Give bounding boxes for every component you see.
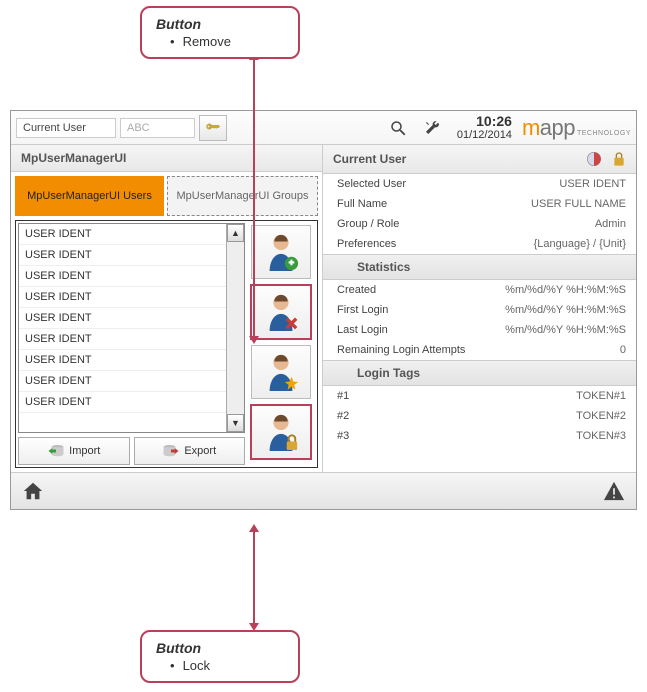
- annotation-arrow-top: [253, 58, 255, 338]
- import-button[interactable]: Import: [18, 437, 130, 465]
- tag1-value: TOKEN#1: [576, 390, 626, 402]
- users-list-items: USER IDENT USER IDENT USER IDENT USER ID…: [19, 224, 226, 432]
- lock-user-button[interactable]: [251, 405, 311, 459]
- datetime-display: 10:26 01/12/2014: [457, 113, 512, 143]
- tag2-label: #2: [337, 410, 349, 422]
- annotation-item: Lock: [170, 658, 284, 673]
- home-icon: [22, 480, 44, 502]
- remaining-value: 0: [620, 344, 626, 356]
- current-user-value[interactable]: ABC: [120, 118, 195, 138]
- tag1-label: #1: [337, 390, 349, 402]
- application-frame: Current User ABC 10:26 01/12/2014 mapp T…: [10, 110, 637, 510]
- list-item[interactable]: USER IDENT: [19, 308, 226, 329]
- key-icon: [204, 119, 222, 137]
- firstlogin-label: First Login: [337, 304, 388, 316]
- users-listbox[interactable]: USER IDENT USER IDENT USER IDENT USER ID…: [18, 223, 245, 433]
- current-user-label: Current User: [16, 118, 116, 138]
- statistics-header: Statistics: [323, 254, 636, 280]
- home-button[interactable]: [21, 479, 45, 503]
- remove-user-button[interactable]: [251, 285, 311, 339]
- footer-bar: [11, 473, 636, 509]
- tools-icon: [423, 119, 441, 137]
- created-label: Created: [337, 284, 376, 296]
- mapp-logo: mapp TECHNOLOGY: [522, 115, 631, 141]
- person-star-icon: [262, 351, 300, 393]
- firstlogin-value: %m/%d/%Y %H:%M:%S: [505, 304, 626, 316]
- alert-icon: [603, 480, 625, 502]
- tab-users[interactable]: MpUserManagerUI Users: [15, 176, 164, 216]
- scroll-down-button[interactable]: ▼: [227, 414, 244, 432]
- export-button[interactable]: Export: [134, 437, 246, 465]
- search-button[interactable]: [387, 117, 409, 139]
- list-item[interactable]: USER IDENT: [19, 371, 226, 392]
- login-key-button[interactable]: [199, 115, 227, 141]
- annotation-item: Remove: [170, 34, 284, 49]
- tag3-label: #3: [337, 430, 349, 442]
- scrollbar[interactable]: ▲ ▼: [226, 224, 244, 432]
- lastlogin-label: Last Login: [337, 324, 388, 336]
- tag3-value: TOKEN#3: [576, 430, 626, 442]
- time-display: 10:26: [457, 113, 512, 130]
- created-value: %m/%d/%Y %H:%M:%S: [505, 284, 626, 296]
- annotation-lock: Button Lock: [140, 630, 300, 683]
- person-remove-icon: [262, 291, 300, 333]
- date-display: 01/12/2014: [457, 129, 512, 142]
- right-panel: Current User Selected User USER IDENT Ful…: [323, 145, 636, 472]
- app-header: Current User ABC 10:26 01/12/2014 mapp T…: [11, 111, 636, 145]
- lastlogin-value: %m/%d/%Y %H:%M:%S: [505, 324, 626, 336]
- group-label: Group / Role: [337, 218, 399, 230]
- edit-user-button[interactable]: [251, 345, 311, 399]
- tabs-row: MpUserManagerUI Users MpUserManagerUI Gr…: [11, 172, 322, 216]
- left-panel: MpUserManagerUI MpUserManagerUI Users Mp…: [11, 145, 323, 472]
- list-item[interactable]: USER IDENT: [19, 287, 226, 308]
- annotation-title: Button: [156, 640, 284, 656]
- lock-icon[interactable]: [612, 151, 626, 167]
- list-item[interactable]: USER IDENT: [19, 245, 226, 266]
- tag2-value: TOKEN#2: [576, 410, 626, 422]
- disk-icon[interactable]: [586, 151, 602, 167]
- scroll-up-button[interactable]: ▲: [227, 224, 244, 242]
- annotation-arrow-bottom: [253, 530, 255, 625]
- list-item[interactable]: USER IDENT: [19, 350, 226, 371]
- import-icon: [47, 443, 65, 459]
- group-value: Admin: [595, 218, 626, 230]
- tab-groups[interactable]: MpUserManagerUI Groups: [167, 176, 318, 216]
- selected-user-label: Selected User: [337, 178, 406, 190]
- list-item[interactable]: USER IDENT: [19, 224, 226, 245]
- remaining-label: Remaining Login Attempts: [337, 344, 465, 356]
- login-tags-header: Login Tags: [323, 360, 636, 386]
- panel-title-right: Current User: [323, 145, 636, 174]
- search-icon: [389, 119, 407, 137]
- list-item[interactable]: USER IDENT: [19, 392, 226, 413]
- selected-user-value: USER IDENT: [559, 178, 626, 190]
- annotation-remove: Button Remove: [140, 6, 300, 59]
- list-item[interactable]: USER IDENT: [19, 329, 226, 350]
- export-icon: [162, 443, 180, 459]
- fullname-value: USER FULL NAME: [531, 198, 626, 210]
- list-item[interactable]: USER IDENT: [19, 266, 226, 287]
- alert-button[interactable]: [602, 479, 626, 503]
- fullname-label: Full Name: [337, 198, 387, 210]
- add-user-button[interactable]: [251, 225, 311, 279]
- panel-title-left: MpUserManagerUI: [11, 145, 322, 172]
- settings-button[interactable]: [421, 117, 443, 139]
- prefs-value: {Language} / {Unit}: [534, 238, 626, 250]
- person-add-icon: [262, 231, 300, 273]
- scroll-track[interactable]: [227, 242, 244, 414]
- annotation-title: Button: [156, 16, 284, 32]
- person-lock-icon: [262, 411, 300, 453]
- prefs-label: Preferences: [337, 238, 396, 250]
